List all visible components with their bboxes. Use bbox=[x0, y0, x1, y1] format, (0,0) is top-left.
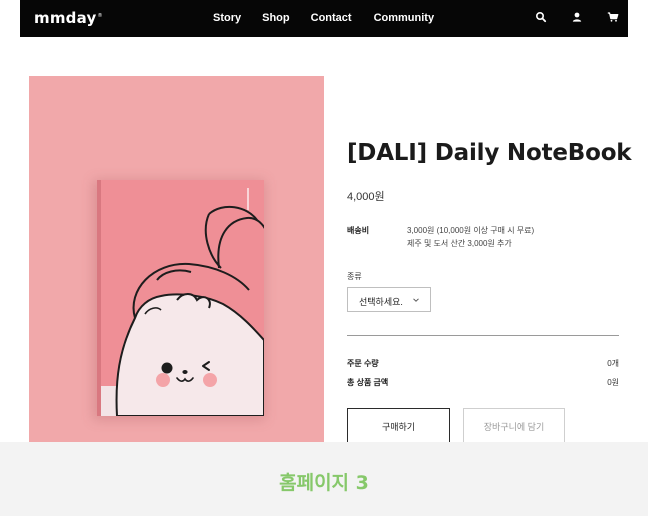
chevron-down-icon bbox=[413, 298, 419, 302]
product-title: [DALI] Daily NoteBook bbox=[347, 140, 632, 166]
caption-text: 홈페이지 3 bbox=[279, 472, 369, 494]
search-icon[interactable] bbox=[535, 11, 547, 23]
option-select[interactable]: 선택하세요. bbox=[347, 287, 431, 312]
section-divider bbox=[347, 335, 619, 336]
product-price: 4,000원 bbox=[347, 191, 385, 203]
option-label: 종류 bbox=[347, 272, 362, 281]
nav-item-community[interactable]: Community bbox=[374, 12, 435, 24]
shipping-extra-text: 제주 및 도서 산간 3,000원 추가 bbox=[407, 239, 512, 248]
shipping-label: 배송비 bbox=[347, 226, 370, 235]
character-illustration bbox=[115, 188, 264, 416]
buy-button[interactable]: 구매하기 bbox=[347, 408, 450, 444]
total-price-label: 총 상품 금액 bbox=[347, 378, 389, 387]
quantity-label: 주문 수량 bbox=[347, 359, 379, 368]
nav-item-contact[interactable]: Contact bbox=[311, 12, 352, 24]
main-nav: Story Shop Contact Community bbox=[213, 12, 434, 24]
option-select-value: 선택하세요. bbox=[359, 297, 403, 307]
add-to-cart-button[interactable]: 장바구니에 담기 bbox=[463, 408, 565, 444]
nav-item-story[interactable]: Story bbox=[213, 12, 241, 24]
registered-mark: ® bbox=[97, 13, 103, 19]
shipping-fee-text: 3,000원 (10,000원 이상 구매 시 무료) bbox=[407, 226, 535, 235]
total-price-value: 0원 bbox=[607, 378, 619, 387]
notebook-cover bbox=[97, 180, 264, 416]
brand-logo[interactable]: mmday® bbox=[34, 9, 103, 27]
product-image bbox=[29, 76, 324, 446]
user-icon[interactable] bbox=[571, 11, 583, 23]
caption-banner: 홈페이지 3 bbox=[0, 442, 648, 516]
header-icons bbox=[535, 11, 619, 23]
cart-icon[interactable] bbox=[607, 11, 619, 23]
nav-item-shop[interactable]: Shop bbox=[262, 12, 290, 24]
quantity-value: 0개 bbox=[607, 359, 619, 368]
top-navigation-bar: mmday® Story Shop Contact Community bbox=[20, 0, 628, 37]
notebook-spine bbox=[97, 180, 101, 416]
